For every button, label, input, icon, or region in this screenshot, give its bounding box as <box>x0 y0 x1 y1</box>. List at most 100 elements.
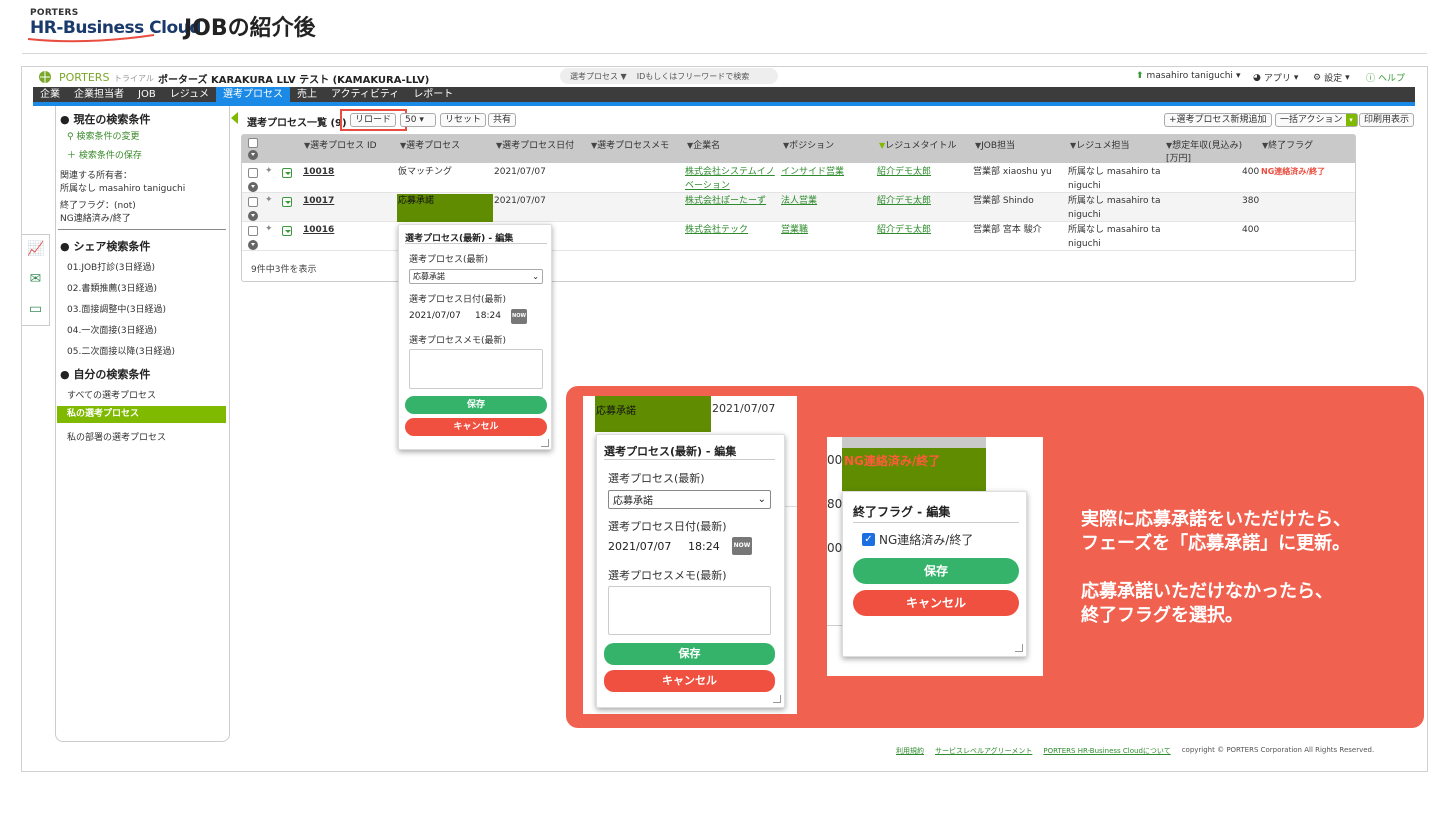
share-button[interactable]: 共有 <box>488 113 517 127</box>
process-id-link[interactable]: 10018 <box>303 165 334 179</box>
row-dropdown-icon[interactable] <box>282 168 292 178</box>
print-button[interactable]: 印刷用表示 <box>1359 113 1415 127</box>
help-link[interactable]: ⓘ ヘルプ <box>1366 71 1405 84</box>
search-scope-select[interactable]: 選考プロセス ▼ <box>570 71 627 82</box>
process-id-link[interactable]: 10016 <box>303 223 334 237</box>
col-header-date[interactable]: ▼選考プロセス日付 <box>496 138 574 151</box>
col-header-company[interactable]: ▼企業名 <box>687 138 720 151</box>
date-input[interactable]: 2021/07/07 <box>409 311 461 321</box>
nav-item-report[interactable]: レポート <box>406 87 460 102</box>
time-input[interactable]: 18:24 <box>688 540 720 553</box>
resize-handle-icon[interactable] <box>541 439 549 447</box>
table-row[interactable]: ✦ 10017 応募承諾 2021/07/07 株式会社ぽーたーず 法人営業 紹… <box>242 193 1355 222</box>
nav-item-process[interactable]: 選考プロセス <box>216 87 290 102</box>
now-button[interactable]: NOW <box>732 537 752 555</box>
mail-icon[interactable]: ✉ <box>27 271 44 288</box>
shared-condition-item[interactable]: 01.JOB打診(3日経過) <box>67 260 155 273</box>
shared-condition-item[interactable]: 02.書類推薦(3日経過) <box>67 281 157 294</box>
col-header-job-owner[interactable]: ▼JOB担当 <box>975 138 1015 151</box>
row-menu-icon[interactable] <box>248 211 258 221</box>
apps-menu[interactable]: ◕ アプリ ▾ <box>1253 71 1298 85</box>
nav-item-contact[interactable]: 企業担当者 <box>67 87 131 102</box>
flag-cell[interactable]: NG連絡済み/終了 <box>1261 165 1325 179</box>
sla-link[interactable]: サービスレベルアグリーメント <box>935 746 1032 756</box>
date-cell[interactable]: 2021/07/07 <box>494 165 546 179</box>
row-menu-icon[interactable] <box>248 240 258 250</box>
col-header-id[interactable]: ▼選考プロセス ID <box>304 138 377 151</box>
col-header-resume-owner[interactable]: ▼レジュメ担当 <box>1070 138 1130 151</box>
col-header-position[interactable]: ▼ポジション <box>783 138 834 151</box>
col-header-flag[interactable]: ▼終了フラグ <box>1262 138 1313 151</box>
search-input[interactable]: IDもしくはフリーワードで検索 <box>637 71 750 82</box>
terms-link[interactable]: 利用規約 <box>896 746 924 756</box>
resize-handle-icon[interactable] <box>1015 644 1023 652</box>
per-page-select[interactable]: 50 ▾ <box>400 113 436 127</box>
process-select[interactable]: 応募承諾 ⌄ <box>608 490 771 509</box>
settings-menu[interactable]: ⚙ 設定 ▾ <box>1313 71 1350 85</box>
position-link[interactable]: 営業職 <box>781 223 808 237</box>
nav-item-resume[interactable]: レジュメ <box>163 87 216 102</box>
chart-icon[interactable]: 📈 <box>27 241 44 258</box>
process-select[interactable]: 応募承諾 ⌄ <box>409 269 543 284</box>
nav-item-company[interactable]: 企業 <box>33 87 67 102</box>
company-link[interactable]: 株式会社システムイノベーション <box>685 165 777 193</box>
company-link[interactable]: 株式会社ぽーたーず <box>685 194 766 208</box>
reset-button[interactable]: リセット <box>440 113 487 127</box>
global-search[interactable]: 選考プロセス ▼ IDもしくはフリーワードで検索 <box>560 68 778 84</box>
calendar-icon[interactable]: ▭ <box>27 301 44 318</box>
row-dropdown-icon[interactable] <box>282 197 292 207</box>
save-button[interactable]: 保存 <box>604 643 775 665</box>
resume-link[interactable]: 紹介デモ太郎 <box>877 194 931 208</box>
time-input[interactable]: 18:24 <box>475 311 501 321</box>
resume-link[interactable]: 紹介デモ太郎 <box>877 223 931 237</box>
own-condition-item[interactable]: すべての選考プロセス <box>67 388 156 401</box>
bulk-action-button[interactable]: 一括アクション ▾ <box>1275 113 1358 127</box>
save-conditions-link[interactable]: ＋ 検索条件の保存 <box>67 148 142 161</box>
flag-option[interactable]: ✓ NG連絡済み/終了 <box>862 531 973 548</box>
process-cell[interactable]: 仮マッチング <box>398 165 452 179</box>
row-checkbox[interactable] <box>248 197 258 207</box>
own-condition-item[interactable]: 私の部署の選考プロセス <box>67 430 166 443</box>
user-menu[interactable]: ⬆ masahiro taniguchi ▾ <box>1136 71 1240 81</box>
pin-icon[interactable]: ✦ <box>265 224 273 234</box>
company-link[interactable]: 株式会社テック <box>685 223 748 237</box>
resume-link[interactable]: 紹介デモ太郎 <box>877 165 931 179</box>
checkbox-checked-icon[interactable]: ✓ <box>862 533 875 546</box>
header-menu-icon[interactable] <box>248 150 258 160</box>
position-link[interactable]: 法人営業 <box>781 194 817 208</box>
memo-textarea[interactable] <box>608 586 771 635</box>
row-checkbox[interactable] <box>248 168 258 178</box>
col-header-resume[interactable]: ▼レジュメタイトル <box>879 138 957 151</box>
row-dropdown-icon[interactable] <box>282 226 292 236</box>
app-brand[interactable]: PORTERS <box>59 71 109 84</box>
row-menu-icon[interactable] <box>248 182 258 192</box>
pin-icon[interactable]: ✦ <box>265 195 273 205</box>
memo-textarea[interactable] <box>409 349 543 389</box>
process-id-link[interactable]: 10017 <box>303 194 334 208</box>
cancel-button[interactable]: キャンセル <box>853 590 1019 616</box>
pin-icon[interactable]: ✦ <box>265 166 273 176</box>
position-link[interactable]: インサイド営業 <box>781 165 844 179</box>
save-button[interactable]: 保存 <box>405 396 547 414</box>
own-condition-item-active[interactable]: 私の選考プロセス <box>57 406 226 423</box>
nav-item-activity[interactable]: アクティビティ <box>324 87 406 102</box>
cancel-button[interactable]: キャンセル <box>405 418 547 436</box>
save-button[interactable]: 保存 <box>853 558 1019 584</box>
select-all-checkbox[interactable] <box>248 138 258 148</box>
shared-condition-item[interactable]: 04.一次面接(3日経過) <box>67 323 157 336</box>
col-header-process[interactable]: ▼選考プロセス <box>400 138 460 151</box>
cancel-button[interactable]: キャンセル <box>604 670 775 692</box>
table-row[interactable]: ✦ 10018 仮マッチング 2021/07/07 株式会社システムイノベーショ… <box>242 164 1355 193</box>
now-button[interactable]: NOW <box>511 309 527 324</box>
about-link[interactable]: PORTERS HR-Business Cloudについて <box>1043 746 1170 756</box>
date-cell[interactable]: 2021/07/07 <box>494 194 546 208</box>
row-checkbox[interactable] <box>248 226 258 236</box>
resize-handle-icon[interactable] <box>773 695 781 703</box>
nav-item-job[interactable]: JOB <box>131 87 163 102</box>
collapse-sidebar-icon[interactable] <box>231 112 238 124</box>
col-header-memo[interactable]: ▼選考プロセスメモ <box>591 138 669 151</box>
change-conditions-link[interactable]: ⚲ 検索条件の変更 <box>67 129 139 142</box>
process-cell-editing[interactable]: 応募承諾 <box>397 194 493 222</box>
col-header-salary[interactable]: ▼想定年収(見込み) [万円] <box>1166 138 1242 164</box>
reload-button[interactable]: リロード <box>350 113 397 127</box>
